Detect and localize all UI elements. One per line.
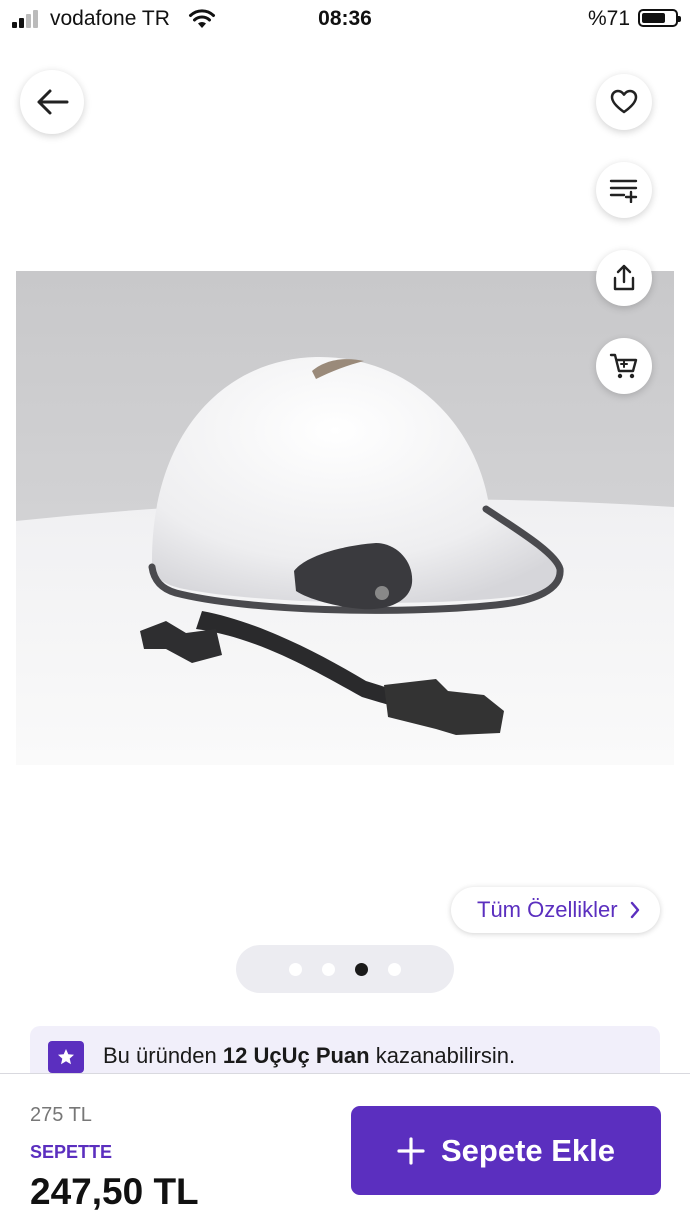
all-features-button[interactable]: Tüm Özellikler xyxy=(451,887,660,933)
add-to-list-button[interactable] xyxy=(596,162,652,218)
pager-dot[interactable] xyxy=(322,962,335,976)
cart-button[interactable] xyxy=(596,338,652,394)
star-badge-icon xyxy=(48,1041,84,1073)
pager-dot-active[interactable] xyxy=(355,962,368,976)
share-icon xyxy=(613,264,635,291)
clock: 08:36 xyxy=(318,7,372,30)
arrow-left-icon xyxy=(37,89,69,115)
old-price: 275 TL xyxy=(30,1104,92,1126)
cart-icon xyxy=(609,353,638,379)
plus-icon xyxy=(397,1136,425,1165)
status-bar: vodafone TR 08:36 %71 xyxy=(0,0,690,40)
list-add-icon xyxy=(609,179,638,203)
add-to-cart-label: Sepete Ekle xyxy=(440,1132,616,1168)
image-pager xyxy=(236,945,454,993)
discounted-price: 247,50 TL xyxy=(30,1171,199,1212)
back-button[interactable] xyxy=(20,70,84,134)
product-image[interactable] xyxy=(16,271,674,765)
battery-percent: %71 xyxy=(587,7,630,30)
in-cart-label: SEPETTE xyxy=(30,1142,113,1162)
helmet-photo xyxy=(16,271,674,765)
favorite-button[interactable] xyxy=(596,74,652,130)
points-text: Bu üründen 12 UçUç Puan kazanabilirsin. xyxy=(103,1043,516,1068)
add-to-cart-button[interactable]: Sepete Ekle xyxy=(351,1106,661,1195)
pager-dot[interactable] xyxy=(289,962,302,976)
battery-icon xyxy=(638,9,681,27)
share-button[interactable] xyxy=(596,250,652,306)
purchase-bar: 275 TL SEPETTE 247,50 TL Sepete Ekle xyxy=(0,1073,690,1228)
heart-icon xyxy=(610,89,638,114)
points-amount: 12 UçUç Puan xyxy=(222,1043,370,1068)
pager-dot[interactable] xyxy=(388,962,401,976)
chevron-right-icon xyxy=(630,901,639,919)
all-features-label: Tüm Özellikler xyxy=(477,897,618,922)
